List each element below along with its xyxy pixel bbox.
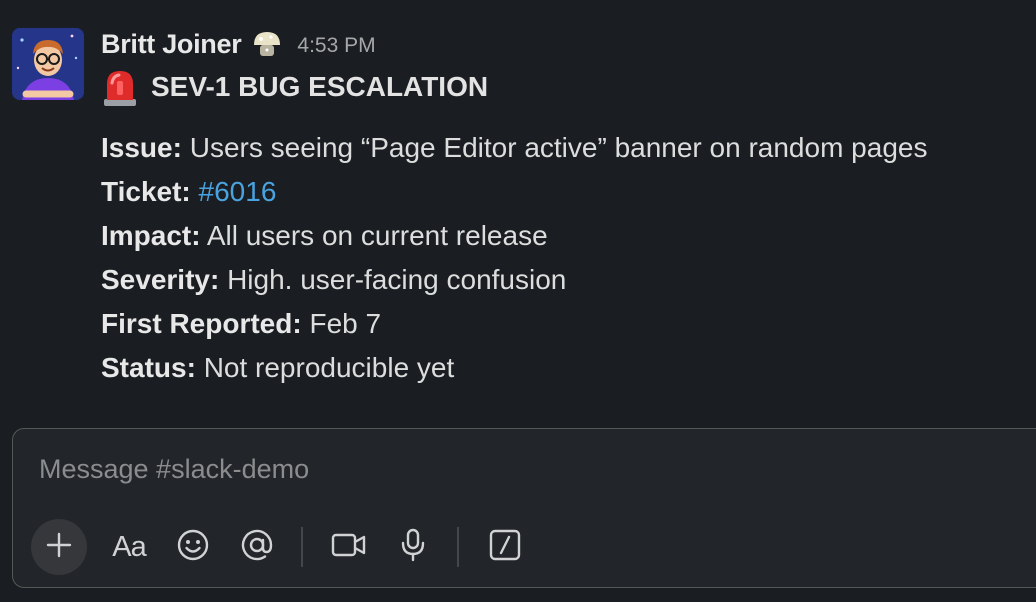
plus-icon xyxy=(45,531,73,564)
message-timestamp[interactable]: 4:53 PM xyxy=(297,34,375,58)
detail-value: High. user-facing confusion xyxy=(227,264,567,295)
mushroom-status-icon[interactable] xyxy=(251,28,283,60)
detail-label: First Reported: xyxy=(101,308,302,339)
composer-toolbar: Aa xyxy=(31,519,541,575)
microphone-icon xyxy=(398,528,428,567)
video-icon xyxy=(331,530,367,565)
detail-ticket: Ticket: #6016 xyxy=(101,170,1021,214)
plus-button[interactable] xyxy=(31,519,87,575)
rotating-light-icon xyxy=(101,67,139,107)
detail-severity: Severity: High. user-facing confusion xyxy=(101,258,1021,302)
microphone-button[interactable] xyxy=(385,519,441,575)
detail-label: Severity: xyxy=(101,264,220,295)
video-button[interactable] xyxy=(321,519,377,575)
message-header: Britt Joiner 4:53 PM xyxy=(101,26,376,62)
format-button[interactable]: Aa xyxy=(101,519,157,575)
detail-value: Not reproducible yet xyxy=(203,352,455,383)
emoji-button[interactable] xyxy=(165,519,221,575)
detail-status: Status: Not reproducible yet xyxy=(101,346,1021,390)
avatar[interactable] xyxy=(12,28,84,100)
author-name[interactable]: Britt Joiner xyxy=(101,29,242,60)
message-composer: Aa xyxy=(12,428,1036,588)
detail-value: Feb 7 xyxy=(309,308,382,339)
detail-impact: Impact: All users on current release xyxy=(101,214,1021,258)
message-title-line: SEV-1 BUG ESCALATION xyxy=(101,66,488,108)
detail-value: Users seeing “Page Editor active” banner… xyxy=(189,132,928,163)
detail-label: Ticket: xyxy=(101,176,191,207)
detail-value: All users on current release xyxy=(206,220,548,251)
detail-label: Status: xyxy=(101,352,196,383)
message-title: SEV-1 BUG ESCALATION xyxy=(151,71,489,102)
format-text-icon: Aa xyxy=(112,530,146,563)
message-input[interactable] xyxy=(39,451,999,487)
emoji-icon xyxy=(176,528,210,567)
detail-first-reported: First Reported: Feb 7 xyxy=(101,302,1021,346)
toolbar-divider xyxy=(457,527,459,567)
toolbar-divider xyxy=(301,527,303,567)
mention-button[interactable] xyxy=(229,519,285,575)
mention-icon xyxy=(240,528,274,567)
slash-command-icon xyxy=(489,529,521,566)
message: Britt Joiner 4:53 PM SEV-1 BUG ESCALATIO… xyxy=(0,0,1036,420)
slash-command-button[interactable] xyxy=(477,519,533,575)
ticket-link[interactable]: #6016 xyxy=(199,176,277,207)
detail-label: Issue: xyxy=(101,132,182,163)
detail-label: Impact: xyxy=(101,220,201,251)
message-details: Issue: Users seeing “Page Editor active”… xyxy=(101,126,1021,390)
detail-issue: Issue: Users seeing “Page Editor active”… xyxy=(101,126,1021,170)
